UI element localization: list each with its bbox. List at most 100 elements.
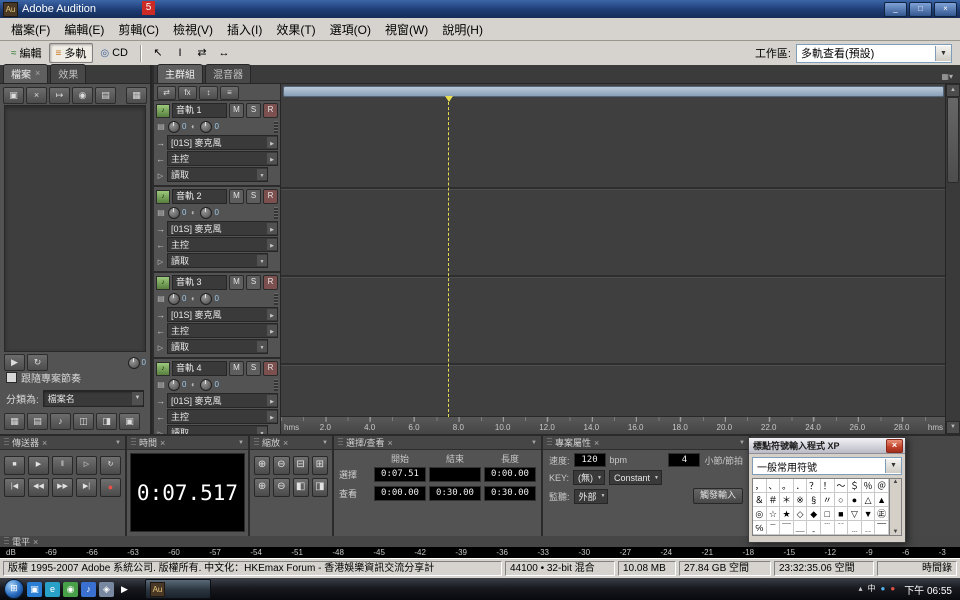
multitrack-view-button[interactable]: ≡ 多軌 <box>49 43 94 63</box>
track-name-field[interactable]: 音軌 1 <box>172 103 227 118</box>
volume-knob[interactable] <box>168 207 180 219</box>
panel-menu-icon[interactable]: ▼ <box>115 440 121 446</box>
cd-view-button[interactable]: ◎ CD <box>93 43 135 63</box>
tray-icon[interactable]: 中 <box>868 582 876 596</box>
track-automation-select[interactable]: 讀取 <box>167 167 268 182</box>
symbol-cell[interactable]: ﹋ <box>875 521 889 535</box>
scrub-tool-icon[interactable]: ↔ <box>213 43 235 63</box>
tempo-mode-select[interactable]: Constant▼ <box>609 470 662 485</box>
zoom-in-horizontal-icon[interactable]: ⊕ <box>254 456 270 475</box>
show-audio-icon[interactable]: ◨ <box>96 413 117 430</box>
symbol-cell[interactable]: 、 <box>767 479 781 493</box>
pan-value[interactable]: 0 <box>214 380 218 389</box>
preview-play-icon[interactable]: ▶ <box>4 354 25 371</box>
menu-item[interactable]: 效果(T) <box>269 19 322 40</box>
symbol-cell[interactable]: ？ <box>807 479 821 493</box>
symbol-cell[interactable]: ﹊ <box>835 521 849 535</box>
track-output-select[interactable]: 主控 <box>167 409 278 424</box>
symbol-cell[interactable]: ■ <box>835 507 849 521</box>
panel-grip[interactable] <box>254 438 259 447</box>
symbol-cell[interactable]: 。 <box>780 479 794 493</box>
track-color-chip[interactable]: ♪ <box>156 276 170 290</box>
mute-button[interactable]: M <box>229 103 244 118</box>
pause-button[interactable]: ‖ <box>52 456 73 475</box>
metronome-input-button[interactable]: 觸發輸入 <box>693 488 743 504</box>
symbol-cell[interactable]: ★ <box>780 507 794 521</box>
symbol-cell[interactable]: ▼ <box>862 507 876 521</box>
tray-icon[interactable]: ▴ <box>858 582 862 596</box>
symbol-cell[interactable]: ﹉ <box>821 521 835 535</box>
import-file-icon[interactable]: ▣ <box>3 87 24 104</box>
symbol-cell[interactable]: ＊ <box>780 493 794 507</box>
tempo-field[interactable]: 120 <box>574 453 606 467</box>
symbol-cell[interactable]: ． <box>794 479 808 493</box>
pan-value[interactable]: 0 <box>214 122 218 131</box>
selection-length-field[interactable]: 0:00.00 <box>484 467 536 482</box>
playhead[interactable] <box>448 97 449 417</box>
close-icon[interactable]: × <box>886 439 903 453</box>
beats-field[interactable]: 4 <box>668 453 700 467</box>
volume-knob[interactable] <box>168 379 180 391</box>
zoom-selection-left-icon[interactable]: ◧ <box>293 478 309 497</box>
symbol-cell[interactable]: ～ <box>835 479 849 493</box>
mute-button[interactable]: M <box>229 275 244 290</box>
advanced-options-icon[interactable]: ▣ <box>119 413 140 430</box>
menu-item[interactable]: 編輯(E) <box>57 19 111 40</box>
symbol-cell[interactable]: ！ <box>821 479 835 493</box>
ime-title-bar[interactable]: 標點符號輸入程式 XP × <box>749 438 905 454</box>
volume-knob[interactable] <box>168 121 180 133</box>
symbol-cell[interactable]: ％ <box>862 479 876 493</box>
time-display[interactable]: 0:07.517 <box>130 453 245 532</box>
close-panel-icon[interactable] <box>594 438 599 448</box>
record-button[interactable]: ● <box>100 478 121 497</box>
close-panel-icon[interactable] <box>388 438 393 448</box>
pan-knob[interactable] <box>200 293 212 305</box>
track-lanes[interactable] <box>281 98 946 417</box>
track-color-chip[interactable]: ♪ <box>156 104 170 118</box>
time-selection-tool-icon[interactable]: I <box>169 43 191 63</box>
pan-knob[interactable] <box>200 121 212 133</box>
play-looped-button[interactable]: ↻ <box>100 456 121 475</box>
symbol-cell[interactable]: ● <box>848 493 862 507</box>
menu-item[interactable]: 插入(I) <box>220 19 269 40</box>
zoom-full-icon[interactable]: ⊟ <box>293 456 309 475</box>
track-automation-select[interactable]: 讀取 <box>167 339 268 354</box>
fast-forward-button[interactable]: ▶▶ <box>52 478 73 497</box>
vertical-scrollbar[interactable]: ▲ ▼ <box>945 84 960 434</box>
track-name-field[interactable]: 音軌 3 <box>172 275 227 290</box>
symbol-cell[interactable]: ℅ <box>753 521 767 535</box>
symbol-cell[interactable]: ㊣ <box>875 507 889 521</box>
menu-item[interactable]: 視窗(W) <box>378 19 435 40</box>
panel-grip[interactable] <box>131 438 136 447</box>
quicklaunch-icon[interactable]: ▣ <box>27 582 42 597</box>
symbol-grid-scrollbar[interactable]: ▲▼ <box>889 479 901 535</box>
sort-select[interactable]: 檔案名 ▼ <box>43 390 144 407</box>
filter-options-icon[interactable]: ▦ <box>126 87 147 104</box>
symbol-cell[interactable]: ◇ <box>794 507 808 521</box>
symbol-cell[interactable]: □ <box>821 507 835 521</box>
symbol-cell[interactable]: ＃ <box>767 493 781 507</box>
effects-icon[interactable]: fx <box>178 86 197 100</box>
panel-grip[interactable] <box>547 438 552 447</box>
symbol-cell[interactable]: ◎ <box>753 507 767 521</box>
preview-loop-icon[interactable]: ↻ <box>27 354 48 371</box>
pan-value[interactable]: 0 <box>214 208 218 217</box>
play-from-cursor-button[interactable]: ▷ <box>76 456 97 475</box>
symbol-cell[interactable]: ＄ <box>848 479 862 493</box>
symbol-cell[interactable]: ☆ <box>767 507 781 521</box>
tab-main-group[interactable]: 主群組 <box>157 64 203 83</box>
close-panel-icon[interactable] <box>283 438 288 448</box>
close-panel-icon[interactable] <box>160 438 165 448</box>
panel-menu-icon[interactable]: ▦▾ <box>937 72 957 83</box>
close-icon[interactable]: × <box>934 2 957 17</box>
symbol-cell[interactable]: ， <box>753 479 767 493</box>
follow-session-checkbox[interactable] <box>6 372 17 383</box>
menu-item[interactable]: 剪輯(C) <box>111 19 166 40</box>
inputs-outputs-icon[interactable]: ⇄ <box>157 86 176 100</box>
record-arm-button[interactable]: R <box>263 189 278 204</box>
play-button[interactable]: ▶ <box>28 456 49 475</box>
solo-button[interactable]: S <box>246 103 261 118</box>
symbol-category-select[interactable]: 一般常用符號 ▼ <box>752 457 902 475</box>
insert-into-multitrack-icon[interactable]: ↦ <box>49 87 70 104</box>
scroll-down-icon[interactable]: ▼ <box>946 421 960 434</box>
